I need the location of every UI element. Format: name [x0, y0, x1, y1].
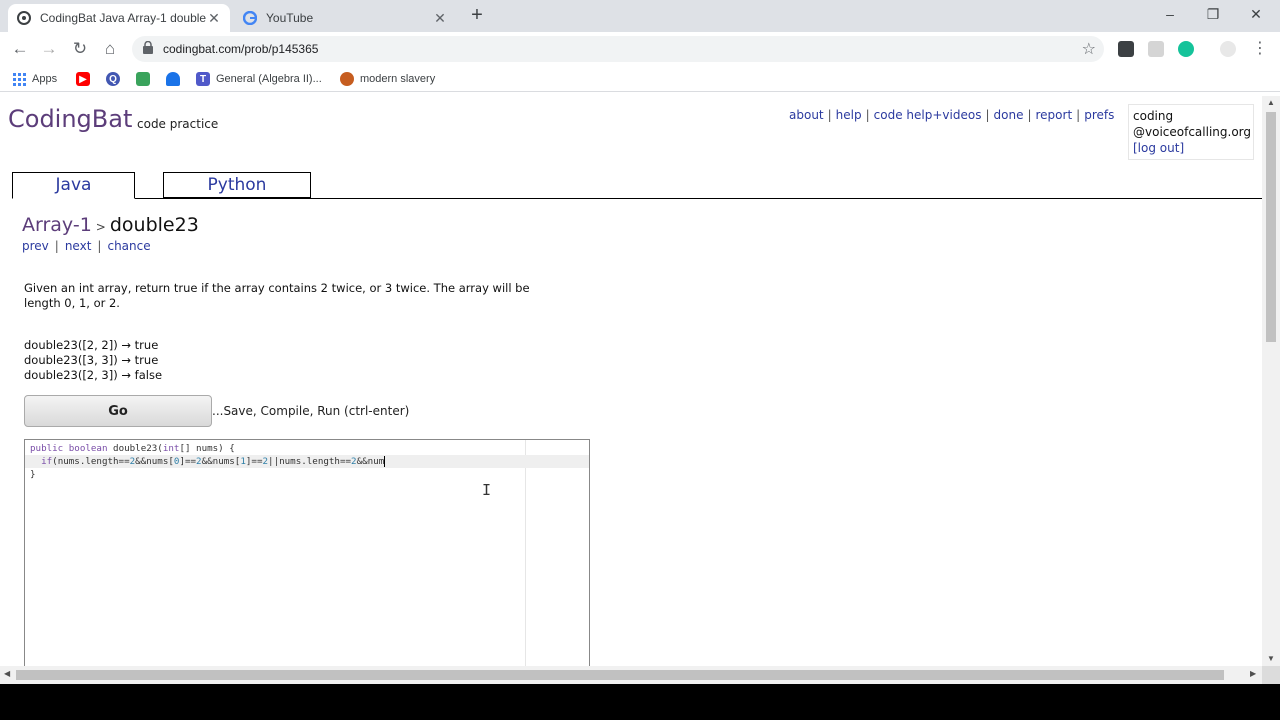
examples: double23([2, 2]) → true double23([3, 3])… [24, 338, 162, 383]
puzzle-icon [136, 72, 150, 86]
back-arrow-icon[interactable]: ← [8, 37, 32, 61]
scroll-thumb[interactable] [16, 670, 1224, 680]
bookmark-modern-slavery[interactable]: modern slavery [340, 71, 435, 87]
example-line: double23([2, 2]) → true [24, 338, 159, 352]
tab-title: YouTube [266, 11, 314, 25]
scroll-right-icon[interactable]: ▶ [1250, 669, 1256, 678]
scroll-left-icon[interactable]: ◀ [4, 669, 10, 678]
link-prefs[interactable]: prefs [1084, 108, 1114, 122]
apps-grid-icon [12, 72, 26, 86]
link-code-help-videos[interactable]: code help+videos [874, 108, 982, 122]
close-tab-icon[interactable]: ✕ [206, 10, 222, 27]
link-help[interactable]: help [836, 108, 862, 122]
next-link[interactable]: next [65, 239, 92, 253]
forward-arrow-icon[interactable]: → [37, 37, 61, 61]
grammarly-icon[interactable] [1178, 41, 1194, 57]
site-tagline: code practice [137, 117, 219, 131]
top-links: about | help | code help+videos | done | report |… [789, 108, 1115, 122]
youtube-icon: ▶ [76, 72, 90, 86]
prev-link[interactable]: prev [22, 239, 49, 253]
page-content: CodingBat code practice about | help | code … [0, 96, 1262, 669]
user-domain: @voiceofcalling.org [1133, 125, 1251, 139]
extension-off-icon[interactable] [1118, 41, 1134, 57]
bookmark-star-icon[interactable]: ☆ [1082, 39, 1096, 59]
new-tab-button[interactable]: + [466, 4, 488, 28]
bookmarks-bar: Apps ▶ Q T General (Algebra II)... moder… [0, 66, 1280, 92]
bookmark-label: modern slavery [360, 73, 436, 85]
problem-description: Given an int array, return true if the a… [24, 281, 584, 311]
address-bar[interactable]: codingbat.com/prob/p145365 ☆ [132, 36, 1104, 62]
description-line: length 0, 1, or 2. [24, 296, 120, 310]
breadcrumb-section[interactable]: Array-1 [22, 214, 92, 236]
scroll-up-icon[interactable]: ▲ [1266, 98, 1276, 107]
bookmark-label: General (Algebra II)... [216, 73, 322, 85]
url-text: codingbat.com/prob/p145365 [163, 42, 319, 56]
vertical-scrollbar[interactable]: ▲ ▼ [1262, 96, 1280, 666]
go-hint: ...Save, Compile, Run (ctrl-enter) [212, 404, 410, 418]
tab-python[interactable]: Python [163, 172, 311, 198]
code-editor[interactable]: public boolean double23(int[] nums) { if… [24, 439, 590, 669]
breadcrumb-arrow: > [95, 220, 106, 234]
quizlet-icon: Q [106, 72, 120, 86]
tab-strip: CodingBat Java Array-1 double23 ✕ YouTub… [0, 0, 1280, 32]
home-icon[interactable]: ⌂ [98, 37, 122, 61]
profile-avatar[interactable] [1220, 41, 1236, 57]
browser-tab-codingbat[interactable]: CodingBat Java Array-1 double23 ✕ [8, 4, 230, 32]
text-caret [384, 456, 386, 467]
problem-title: double23 [109, 214, 199, 236]
breadcrumb: Array-1 > double23 [22, 214, 199, 236]
description-line: Given an int array, return true if the a… [24, 281, 530, 295]
code-line-3: } [30, 469, 36, 480]
bookmark-label: Apps [32, 73, 58, 85]
restore-icon[interactable]: ❐ [1198, 4, 1228, 24]
example-line: double23([2, 3]) → false [24, 368, 163, 382]
logout-link[interactable]: [log out] [1133, 140, 1249, 156]
user-name: coding [1133, 109, 1174, 123]
browser-menu-icon[interactable]: ⋮ [1252, 38, 1268, 58]
browser-toolbar: ← → ↻ ⌂ codingbat.com/prob/p145365 ☆ ⋮ [0, 32, 1280, 66]
bookmark-apps[interactable]: Apps [12, 71, 57, 87]
browser-window: CodingBat Java Array-1 double23 ✕ YouTub… [0, 0, 1280, 684]
browser-tab-youtube[interactable]: YouTube ✕ [234, 4, 456, 32]
tab-underline [12, 198, 1262, 199]
chance-link[interactable]: chance [107, 239, 150, 253]
bookmark-quizlet[interactable]: Q [106, 71, 126, 87]
scrollbar-corner [1262, 666, 1280, 684]
link-about[interactable]: about [789, 108, 824, 122]
teams-icon: T [196, 72, 210, 86]
link-done[interactable]: done [994, 108, 1024, 122]
close-window-icon[interactable]: ✕ [1241, 4, 1271, 24]
horizontal-scrollbar[interactable]: ◀ ▶ [0, 666, 1262, 684]
mouse-ibeam-cursor: I [482, 481, 492, 499]
code-line-2: if(nums.length==2&&nums[0]==2&&nums[1]==… [25, 455, 589, 468]
extension-icon[interactable] [1148, 41, 1164, 57]
google-icon [242, 10, 258, 26]
problem-nav: prev | next | chance [22, 239, 151, 253]
codingbat-icon [16, 10, 32, 26]
scroll-thumb[interactable] [1266, 112, 1276, 342]
user-box: coding @voiceofcalling.org [log out] [1128, 104, 1254, 160]
link-report[interactable]: report [1036, 108, 1073, 122]
code-line-1: public boolean double23(int[] nums) { [30, 443, 235, 454]
close-tab-icon[interactable]: ✕ [432, 10, 448, 27]
bookmark-puzzle[interactable] [136, 71, 156, 87]
wifi-icon [166, 72, 180, 86]
bookmark-teams[interactable]: T General (Algebra II)... [196, 71, 322, 87]
bookmark-youtube[interactable]: ▶ [76, 71, 96, 87]
go-button[interactable]: Go [24, 395, 212, 427]
scroll-down-icon[interactable]: ▼ [1266, 654, 1276, 663]
minimize-icon[interactable]: – [1155, 4, 1185, 24]
bookmark-wifi[interactable] [166, 71, 186, 87]
lock-icon[interactable] [142, 40, 156, 55]
site-logo[interactable]: CodingBat [8, 105, 132, 133]
bookmark-globe-icon [340, 72, 354, 86]
tab-java[interactable]: Java [12, 172, 135, 199]
reload-icon[interactable]: ↻ [68, 37, 92, 61]
tab-title: CodingBat Java Array-1 double23 [40, 11, 206, 25]
example-line: double23([3, 3]) → true [24, 353, 159, 367]
